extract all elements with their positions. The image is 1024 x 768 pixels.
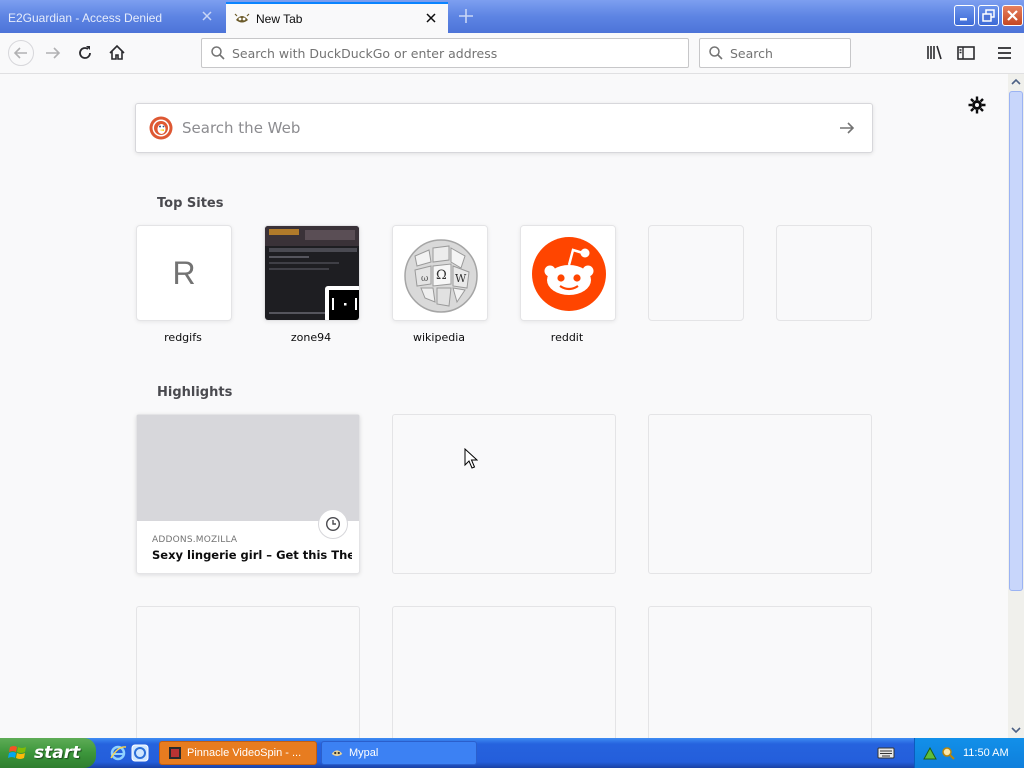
quick-launch-app-icon[interactable] [131,744,149,762]
url-input[interactable] [232,45,688,61]
search-icon [709,46,723,60]
minimize-button[interactable] [954,5,975,26]
back-button[interactable] [8,40,34,66]
search-icon [211,46,225,60]
minimize-icon [960,18,967,21]
mouse-cursor-icon [464,448,478,469]
scrollbar-thumb[interactable] [1009,91,1023,591]
internet-explorer-icon[interactable] [109,744,127,762]
home-icon [109,44,125,60]
zone94-screenshot-thumbnail [265,226,359,320]
start-label: start [34,743,81,763]
highlight-empty-slot [392,414,616,574]
top-site-tile-redgifs[interactable]: R [136,225,232,321]
top-site-empty-slot [648,225,744,321]
close-tab-icon[interactable] [424,11,438,25]
scroll-up-arrow-icon[interactable] [1008,74,1024,90]
duckduckgo-logo-icon [149,116,173,140]
taskbar-item-label: Mypal [349,747,379,759]
tab-strip: E2Guardian - Access Denied New Tab [0,0,1024,33]
new-tab-page: Top Sites R redgifs zone94 [0,74,1008,738]
clock-icon-badge [318,509,348,539]
svg-text:Ω: Ω [436,268,447,283]
new-tab-plus-icon[interactable] [456,6,476,26]
back-arrow-icon [13,47,27,59]
taskbar: start Pinnacle VideoSpin - ... Mypal 11:… [0,738,1024,768]
library-button[interactable] [924,42,946,64]
top-sites-heading: Top Sites [157,196,224,211]
home-button[interactable] [106,42,128,64]
navigation-toolbar [0,33,1024,74]
search-bar[interactable] [699,38,851,68]
windows-logo-icon [8,746,26,759]
arrow-right-icon[interactable] [837,118,857,138]
top-site-label: redgifs [164,331,202,344]
vertical-scrollbar[interactable] [1008,74,1024,738]
highlight-host: ADDONS.MOZILLA [152,535,238,545]
svg-text:W: W [455,272,467,285]
mypal-icon [331,750,343,757]
highlight-empty-slot [392,606,616,738]
highlight-empty-slot [136,606,360,738]
highlight-empty-slot [648,606,872,738]
sidebar-icon [957,46,975,60]
tab-label: E2Guardian - Access Denied [8,10,163,25]
web-search-box[interactable] [135,103,873,153]
top-site-label: wikipedia [412,331,465,344]
tab-new-tab[interactable]: New Tab [226,2,448,33]
mypal-favicon-icon [234,13,250,22]
web-search-input[interactable] [182,119,837,137]
close-window-button[interactable] [1002,5,1023,26]
scroll-down-arrow-icon[interactable] [1008,722,1024,738]
menu-button[interactable] [994,42,1016,64]
highlight-title: Sexy lingerie girl – Get this The... [152,548,352,562]
system-clock: 11:50 AM [963,747,1009,759]
network-icon[interactable] [923,746,937,760]
top-site-tile-zone94[interactable] [264,225,360,321]
highlight-empty-slot [648,414,872,574]
tab-label: New Tab [256,11,303,26]
restore-button[interactable] [978,5,999,26]
close-tab-icon[interactable] [200,9,214,23]
top-site-label: reddit [550,331,584,344]
top-site-tile-wikipedia[interactable]: Ω W ω [392,225,488,321]
restore-icon [982,9,995,22]
close-icon [1007,10,1018,21]
taskbar-item-label: Pinnacle VideoSpin - ... [187,747,302,759]
highlights-heading: Highlights [157,385,233,400]
reload-button[interactable] [74,42,96,64]
forward-arrow-icon [46,47,61,59]
sidebar-button[interactable] [955,42,977,64]
highlight-card[interactable]: ADDONS.MOZILLA Sexy lingerie girl – Get … [136,414,360,574]
clock-icon [325,516,341,532]
magnifier-icon[interactable] [941,746,955,760]
top-site-empty-slot [776,225,872,321]
tab-e2guardian[interactable]: E2Guardian - Access Denied [0,2,224,33]
reddit-logo-icon [521,226,615,320]
forward-button[interactable] [42,42,64,64]
svg-text:ω: ω [421,274,428,284]
wikipedia-globe-icon: Ω W ω [393,226,487,320]
taskbar-item-pinnacle[interactable]: Pinnacle VideoSpin - ... [159,741,317,765]
gear-icon[interactable] [967,95,987,115]
film-icon [169,747,181,759]
taskbar-item-mypal[interactable]: Mypal [321,741,477,765]
tile-letter: R [172,254,196,291]
start-button[interactable]: start [0,738,96,768]
library-icon [927,45,942,60]
system-tray: 11:50 AM [914,738,1024,768]
highlight-card-image [137,415,359,521]
keyboard-icon[interactable] [877,746,895,760]
top-site-tile-reddit[interactable] [520,225,616,321]
hamburger-menu-icon [998,47,1011,59]
top-site-label: zone94 [290,331,332,344]
reload-icon [79,46,91,59]
search-input[interactable] [730,45,850,61]
url-bar[interactable] [201,38,689,68]
